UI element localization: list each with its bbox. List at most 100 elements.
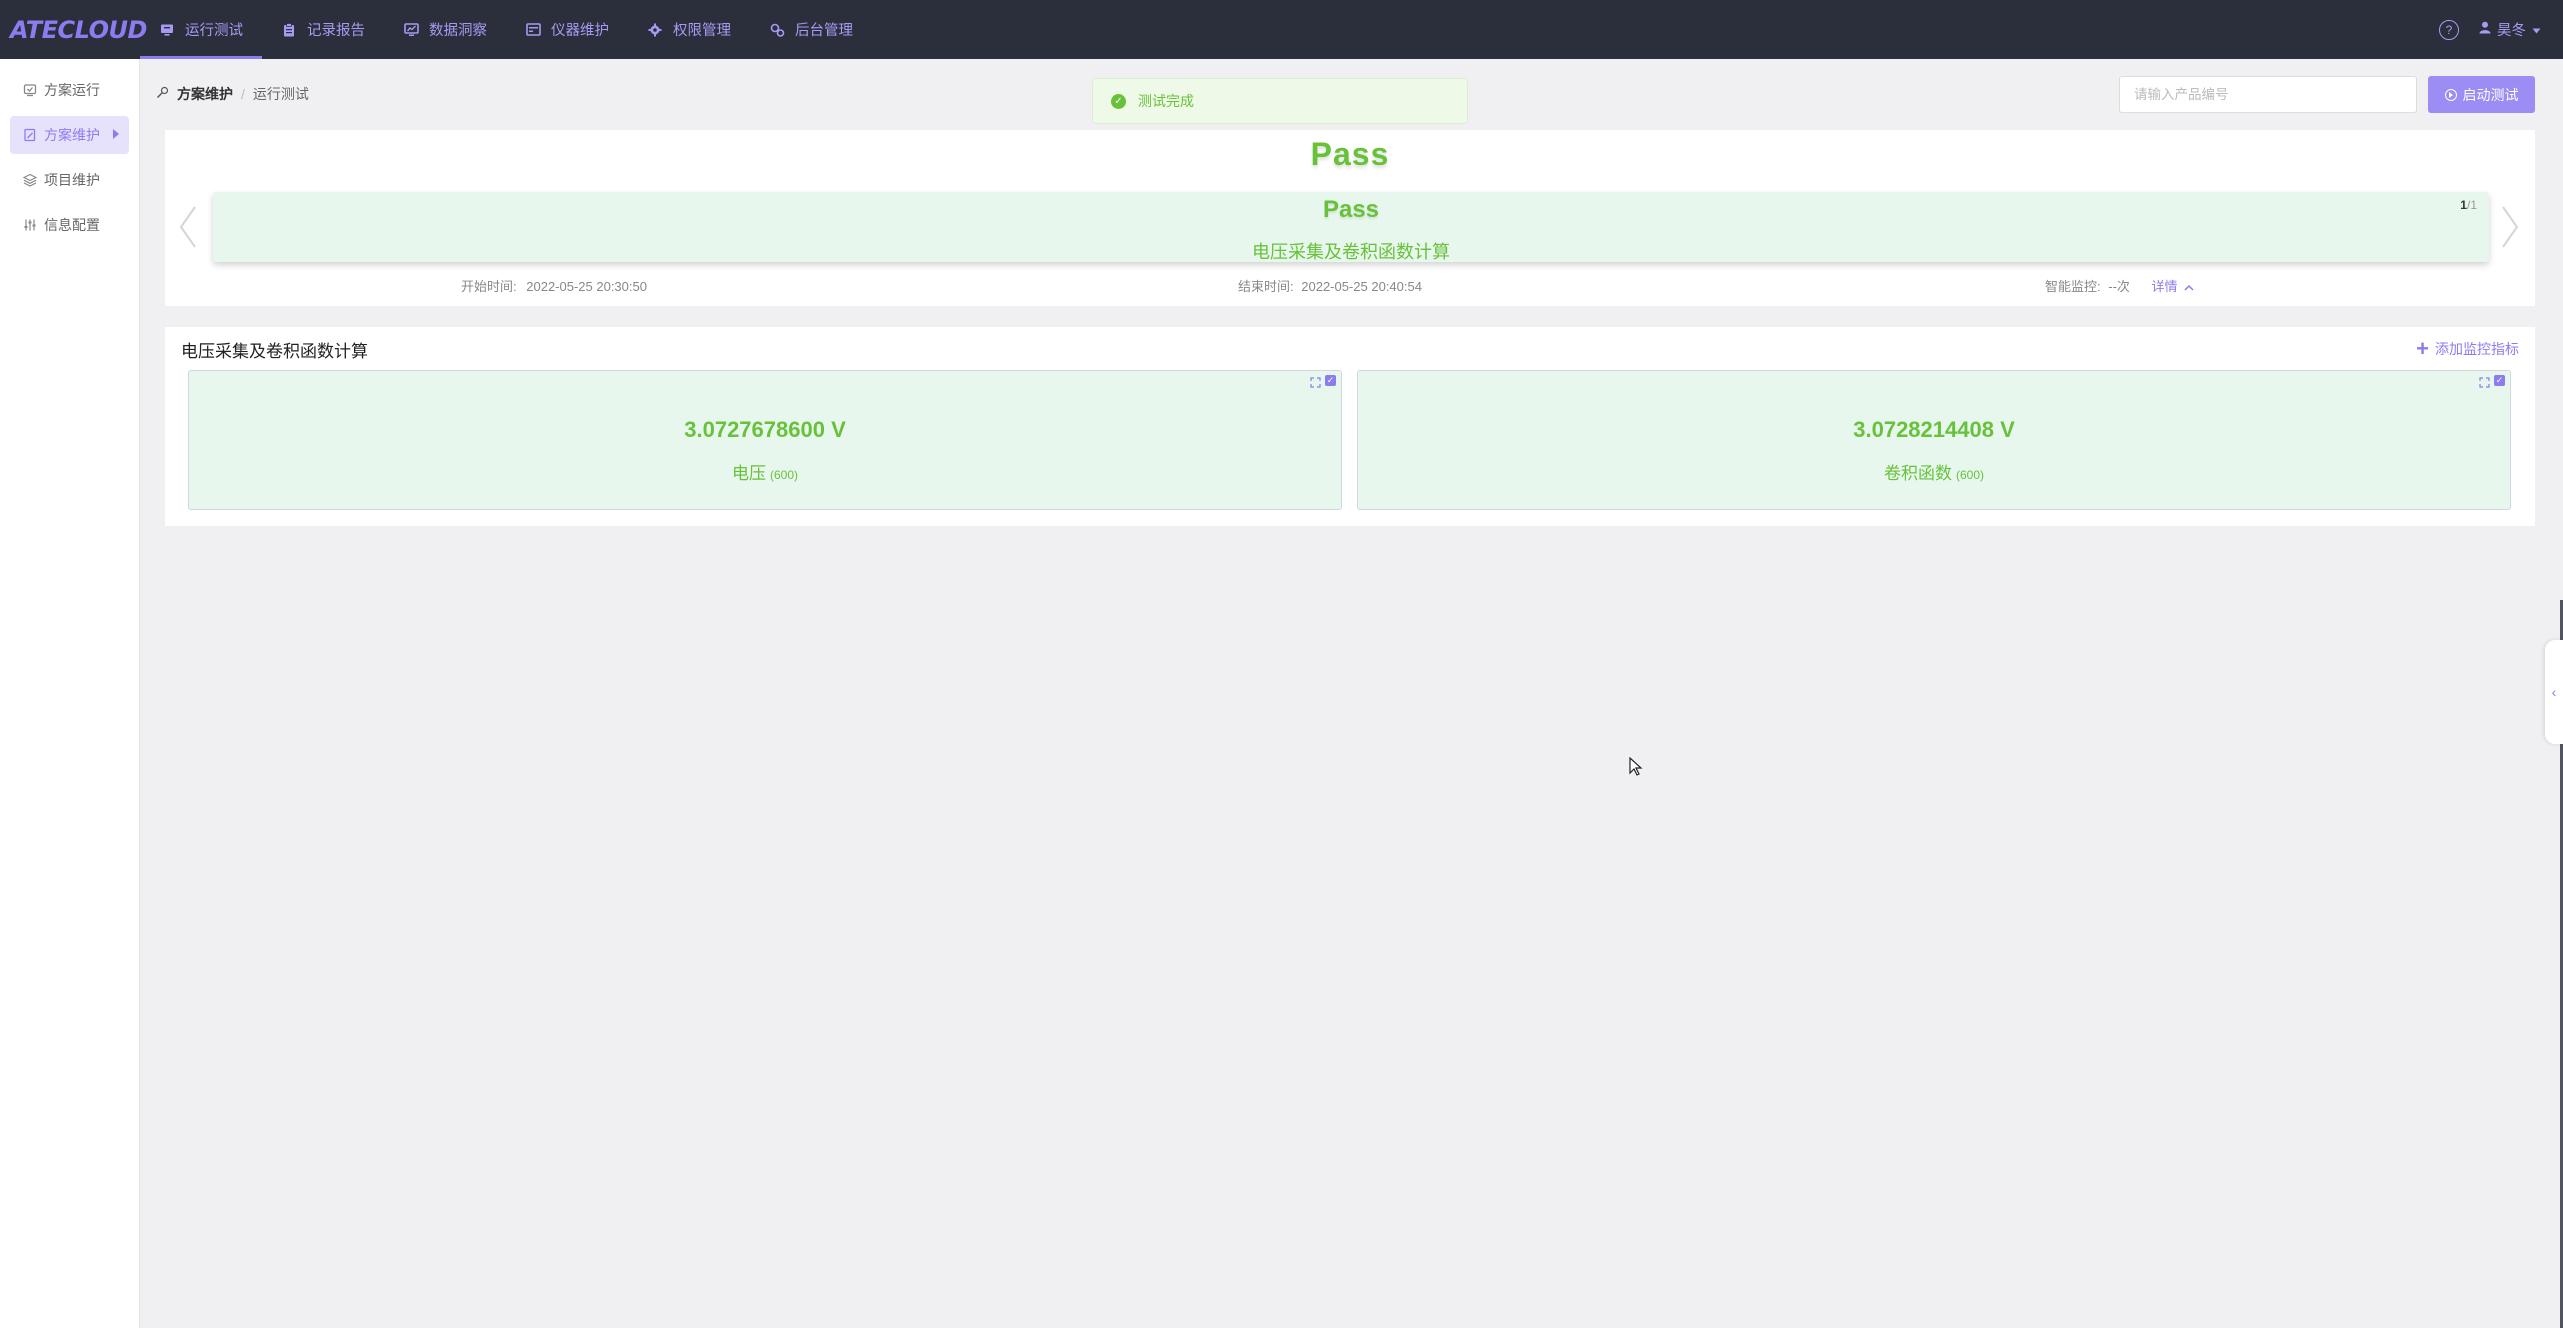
top-right-tools: ? 昊冬: [2439, 0, 2541, 59]
sidebar-item-info-config[interactable]: 信息配置: [10, 206, 129, 244]
sidebar-item-plan-run[interactable]: 方案运行: [10, 71, 129, 109]
mouse-cursor-icon: [1629, 756, 1643, 782]
start-test-button[interactable]: 启动测试: [2428, 76, 2535, 113]
wrench-icon: [156, 86, 169, 102]
smart-monitor: 智能监控: --次 详情: [2045, 276, 2194, 295]
nav-item-label: 权限管理: [673, 23, 731, 39]
sidebar-item-label: 方案维护: [44, 127, 100, 143]
run-icon: [22, 82, 38, 98]
end-time-label: 结束时间:: [1238, 279, 1294, 294]
end-time-value: 2022-05-25 20:40:54: [1301, 279, 1422, 294]
detail-toggle[interactable]: 详情: [2152, 279, 2195, 294]
nav-item-label: 后台管理: [795, 23, 853, 39]
start-time-label: 开始时间:: [461, 279, 517, 294]
caret-right-icon: [113, 129, 119, 139]
metric-name-label: 电压: [731, 464, 766, 483]
chevron-up-icon: [2184, 284, 2194, 291]
start-test-label: 启动测试: [2462, 86, 2519, 103]
card-plan-name: 电压采集及卷积函数计算: [1252, 242, 1450, 262]
sidebar-item-label: 方案运行: [44, 82, 100, 98]
sidebar-item-label: 信息配置: [44, 217, 100, 233]
edit-doc-icon: [22, 127, 38, 143]
top-navbar: ATECLOUD 运行测试 记录报告 数据洞察 仪器维护 权限管理 后台管理 ?…: [0, 0, 2563, 59]
metric-card: ✓ 3.0728214408 V 卷积函数 (600): [1357, 370, 2511, 510]
carousel-next-button[interactable]: [2499, 205, 2521, 249]
nav-item-records[interactable]: 记录报告: [262, 0, 384, 59]
app-logo[interactable]: ATECLOUD: [0, 16, 147, 44]
metric-card-tools: ✓: [1310, 375, 1336, 388]
help-icon[interactable]: ?: [2439, 19, 2459, 40]
start-time: 开始时间: 2022-05-25 20:30:50: [461, 276, 647, 295]
nav-item-label: 仪器维护: [551, 23, 609, 39]
collapse-panel-tab[interactable]: ‹: [2545, 640, 2563, 744]
checkbox-icon[interactable]: ✓: [2494, 375, 2505, 386]
plus-icon: +: [2416, 336, 2429, 361]
chevron-right-icon: [2502, 206, 2519, 248]
nav-item-label: 数据洞察: [429, 23, 487, 39]
nav-item-data-insight[interactable]: 数据洞察: [384, 0, 506, 59]
fullscreen-icon[interactable]: [1310, 375, 1321, 388]
metric-name: 卷积函数 (600): [1358, 459, 2510, 484]
carousel-prev-button[interactable]: [177, 205, 199, 249]
metric-value: 3.0727678600 V: [684, 417, 846, 442]
admin-icon: [769, 22, 785, 38]
clipboard-icon: [281, 22, 297, 38]
chevron-down-icon: [2532, 22, 2541, 38]
user-menu[interactable]: 昊冬: [2479, 19, 2541, 40]
start-time-value: 2022-05-25 20:30:50: [526, 279, 647, 294]
metric-card-tools: ✓: [2479, 375, 2505, 388]
sidebar-item-plan-maintain[interactable]: 方案维护: [10, 116, 129, 154]
product-number-input[interactable]: [2119, 76, 2417, 113]
result-panel: Pass Pass 电压采集及卷积函数计算 1/1 开始时间: 2022-05-…: [165, 130, 2535, 306]
chevron-left-icon: [179, 206, 196, 248]
main-nav: 运行测试 记录报告 数据洞察 仪器维护 权限管理 后台管理: [140, 0, 872, 59]
sidebar-item-project-maintain[interactable]: 项目维护: [10, 161, 129, 199]
user-icon: [2479, 21, 2491, 38]
breadcrumb-parent[interactable]: 方案维护: [177, 84, 233, 104]
monitor-value: --次: [2108, 279, 2130, 294]
overall-result: Pass: [1310, 136, 1390, 172]
metric-value: 3.0728214408 V: [1853, 417, 2015, 442]
success-toast: ✓ 测试完成: [1092, 78, 1468, 124]
nav-item-instruments[interactable]: 仪器维护: [506, 0, 628, 59]
metric-count: (600): [1955, 468, 1984, 482]
chevron-left-icon: ‹: [2551, 684, 2557, 700]
sliders-icon: [22, 217, 38, 233]
metric-name-label: 卷积函数: [1883, 464, 1952, 483]
metric-name: 电压 (600): [189, 459, 1341, 484]
layers-icon: [22, 172, 38, 188]
nav-item-admin[interactable]: 后台管理: [750, 0, 872, 59]
metric-card: ✓ 3.0727678600 V 电压 (600): [188, 370, 1342, 510]
card-result: Pass: [1322, 196, 1380, 223]
result-carousel-card: Pass 电压采集及卷积函数计算 1/1: [213, 192, 2489, 262]
nav-item-run-test[interactable]: 运行测试: [140, 0, 262, 59]
pager-total: /1: [2466, 198, 2477, 212]
add-monitor-label: 添加监控指标: [2435, 341, 2519, 357]
monitor-panel: 电压采集及卷积函数计算 + 添加监控指标 ✓ 3.0727678600 V 电压…: [165, 327, 2535, 526]
sidebar-item-label: 项目维护: [44, 172, 100, 188]
toast-text: 测试完成: [1138, 93, 1194, 109]
instrument-icon: [525, 22, 541, 38]
pager-current: 1: [2460, 198, 2467, 212]
user-name: 昊冬: [2497, 23, 2526, 39]
fullscreen-icon[interactable]: [2479, 375, 2490, 388]
monitor-label: 智能监控:: [2045, 279, 2101, 294]
monitor-icon: [159, 22, 175, 38]
chart-screen-icon: [403, 22, 419, 38]
checkbox-icon[interactable]: ✓: [1325, 375, 1336, 386]
monitor-panel-title: 电压采集及卷积函数计算: [181, 342, 368, 361]
nav-item-permissions[interactable]: 权限管理: [628, 0, 750, 59]
carousel-pager: 1/1: [2460, 198, 2477, 212]
gear-group-icon: [647, 22, 663, 38]
breadcrumb: 方案维护 / 运行测试: [156, 84, 309, 104]
nav-item-label: 运行测试: [185, 23, 243, 39]
sidebar: 方案运行 方案维护 项目维护 信息配置: [0, 59, 140, 1328]
add-monitor-metric-button[interactable]: + 添加监控指标: [2416, 336, 2519, 361]
breadcrumb-current: 运行测试: [252, 86, 309, 102]
nav-item-label: 记录报告: [307, 23, 365, 39]
end-time: 结束时间: 2022-05-25 20:40:54: [1238, 276, 1422, 295]
check-circle-icon: ✓: [1111, 93, 1126, 109]
play-circle-icon: [2444, 88, 2457, 101]
breadcrumb-separator: /: [241, 86, 245, 102]
detail-label: 详情: [2151, 279, 2178, 294]
